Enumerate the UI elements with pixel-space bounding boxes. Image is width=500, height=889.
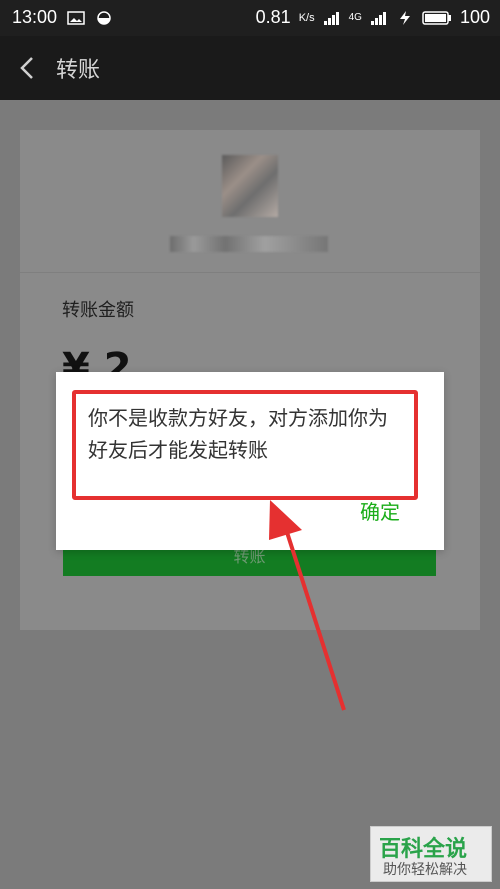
battery-icon [422, 10, 451, 25]
signal-icon [323, 11, 339, 25]
network-speed-unit: K/s [298, 11, 315, 24]
avatar [222, 155, 278, 217]
image-icon [67, 10, 85, 25]
dialog-message: 你不是收款方好友，对方添加你为好友后才能发起转账 [88, 406, 388, 462]
flash-icon [399, 10, 410, 25]
do-not-disturb-icon [97, 10, 111, 25]
status-left: 13:00 [12, 7, 113, 28]
divider [20, 272, 480, 273]
page-title: 转账 [56, 58, 101, 83]
back-arrow-icon[interactable] [14, 54, 42, 82]
dialog-confirm-button[interactable]: 确定 [360, 496, 400, 525]
network-speed: 0.81 [255, 7, 291, 27]
status-time: 13:00 [12, 7, 58, 27]
amount-label: 转账金额 [62, 300, 134, 321]
watermark-logo: 百科全说 助你轻松解决 [370, 826, 492, 882]
4g-signal-icon [370, 11, 386, 25]
status-bar: 13:00 0.81 K/s 4G 100 [0, 0, 500, 36]
watermark-subtitle: 助你轻松解决 [383, 862, 467, 878]
recipient-name-blurred [170, 236, 328, 252]
nav-bar: 转账 [0, 36, 500, 100]
network-type-label: 4G [348, 12, 362, 23]
alert-dialog: 你不是收款方好友，对方添加你为好友后才能发起转账 确定 [56, 372, 444, 550]
status-right: 0.81 K/s 4G 100 [256, 7, 490, 28]
battery-level: 100 [459, 7, 490, 27]
